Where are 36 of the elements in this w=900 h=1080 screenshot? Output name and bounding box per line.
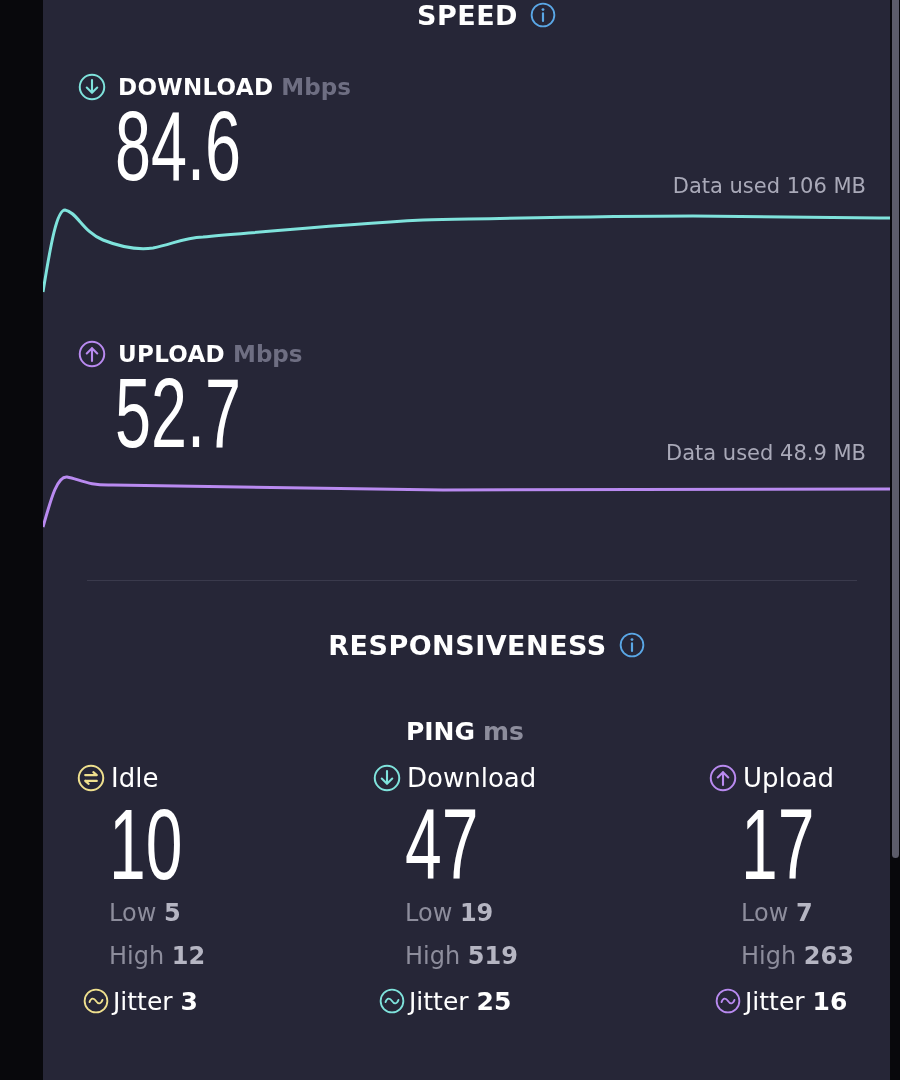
high-reading: High 519 — [405, 941, 518, 972]
low-reading: Low 19 — [405, 898, 494, 929]
ping-type-label: Idle — [111, 763, 159, 793]
speed-value: 52.7 — [115, 371, 241, 455]
ping-value: 17 — [741, 796, 815, 892]
metric-label: DOWNLOAD — [118, 74, 274, 100]
scrollbar[interactable] — [892, 0, 899, 858]
ping-value: 47 — [405, 796, 479, 892]
unit-label: ms — [483, 717, 524, 746]
data-used-label: Data used 106 MB — [672, 174, 866, 198]
info-icon[interactable] — [530, 2, 556, 28]
ping-value: 10 — [109, 796, 183, 892]
section-title: RESPONSIVENESS — [328, 629, 607, 661]
low-reading: Low 5 — [109, 898, 181, 929]
high-reading: High 263 — [741, 941, 854, 972]
download-icon — [373, 764, 401, 792]
info-icon[interactable] — [618, 632, 645, 658]
jitter-reading: Jitter 25 — [409, 986, 512, 1016]
ping-type-label: Download — [407, 763, 537, 793]
high-reading: High 12 — [109, 941, 206, 972]
jitter-reading: Jitter 16 — [745, 986, 848, 1016]
section-title: SPEED — [416, 0, 518, 31]
speed-value: 84.6 — [115, 104, 241, 188]
jitter-wave-icon — [715, 988, 741, 1014]
jitter-reading: Jitter 3 — [113, 986, 198, 1016]
ping-label: PING — [406, 717, 476, 746]
unit-label: Mbps — [233, 341, 303, 367]
data-used-label: Data used 48.9 MB — [666, 441, 866, 465]
upload-icon — [709, 764, 737, 792]
idle-icon — [77, 764, 105, 792]
metric-label: UPLOAD — [118, 341, 225, 367]
low-reading: Low 7 — [741, 898, 813, 929]
jitter-wave-icon — [379, 988, 405, 1014]
ping-type-label: Upload — [743, 763, 835, 793]
jitter-wave-icon — [83, 988, 109, 1014]
unit-label: Mbps — [281, 74, 351, 100]
